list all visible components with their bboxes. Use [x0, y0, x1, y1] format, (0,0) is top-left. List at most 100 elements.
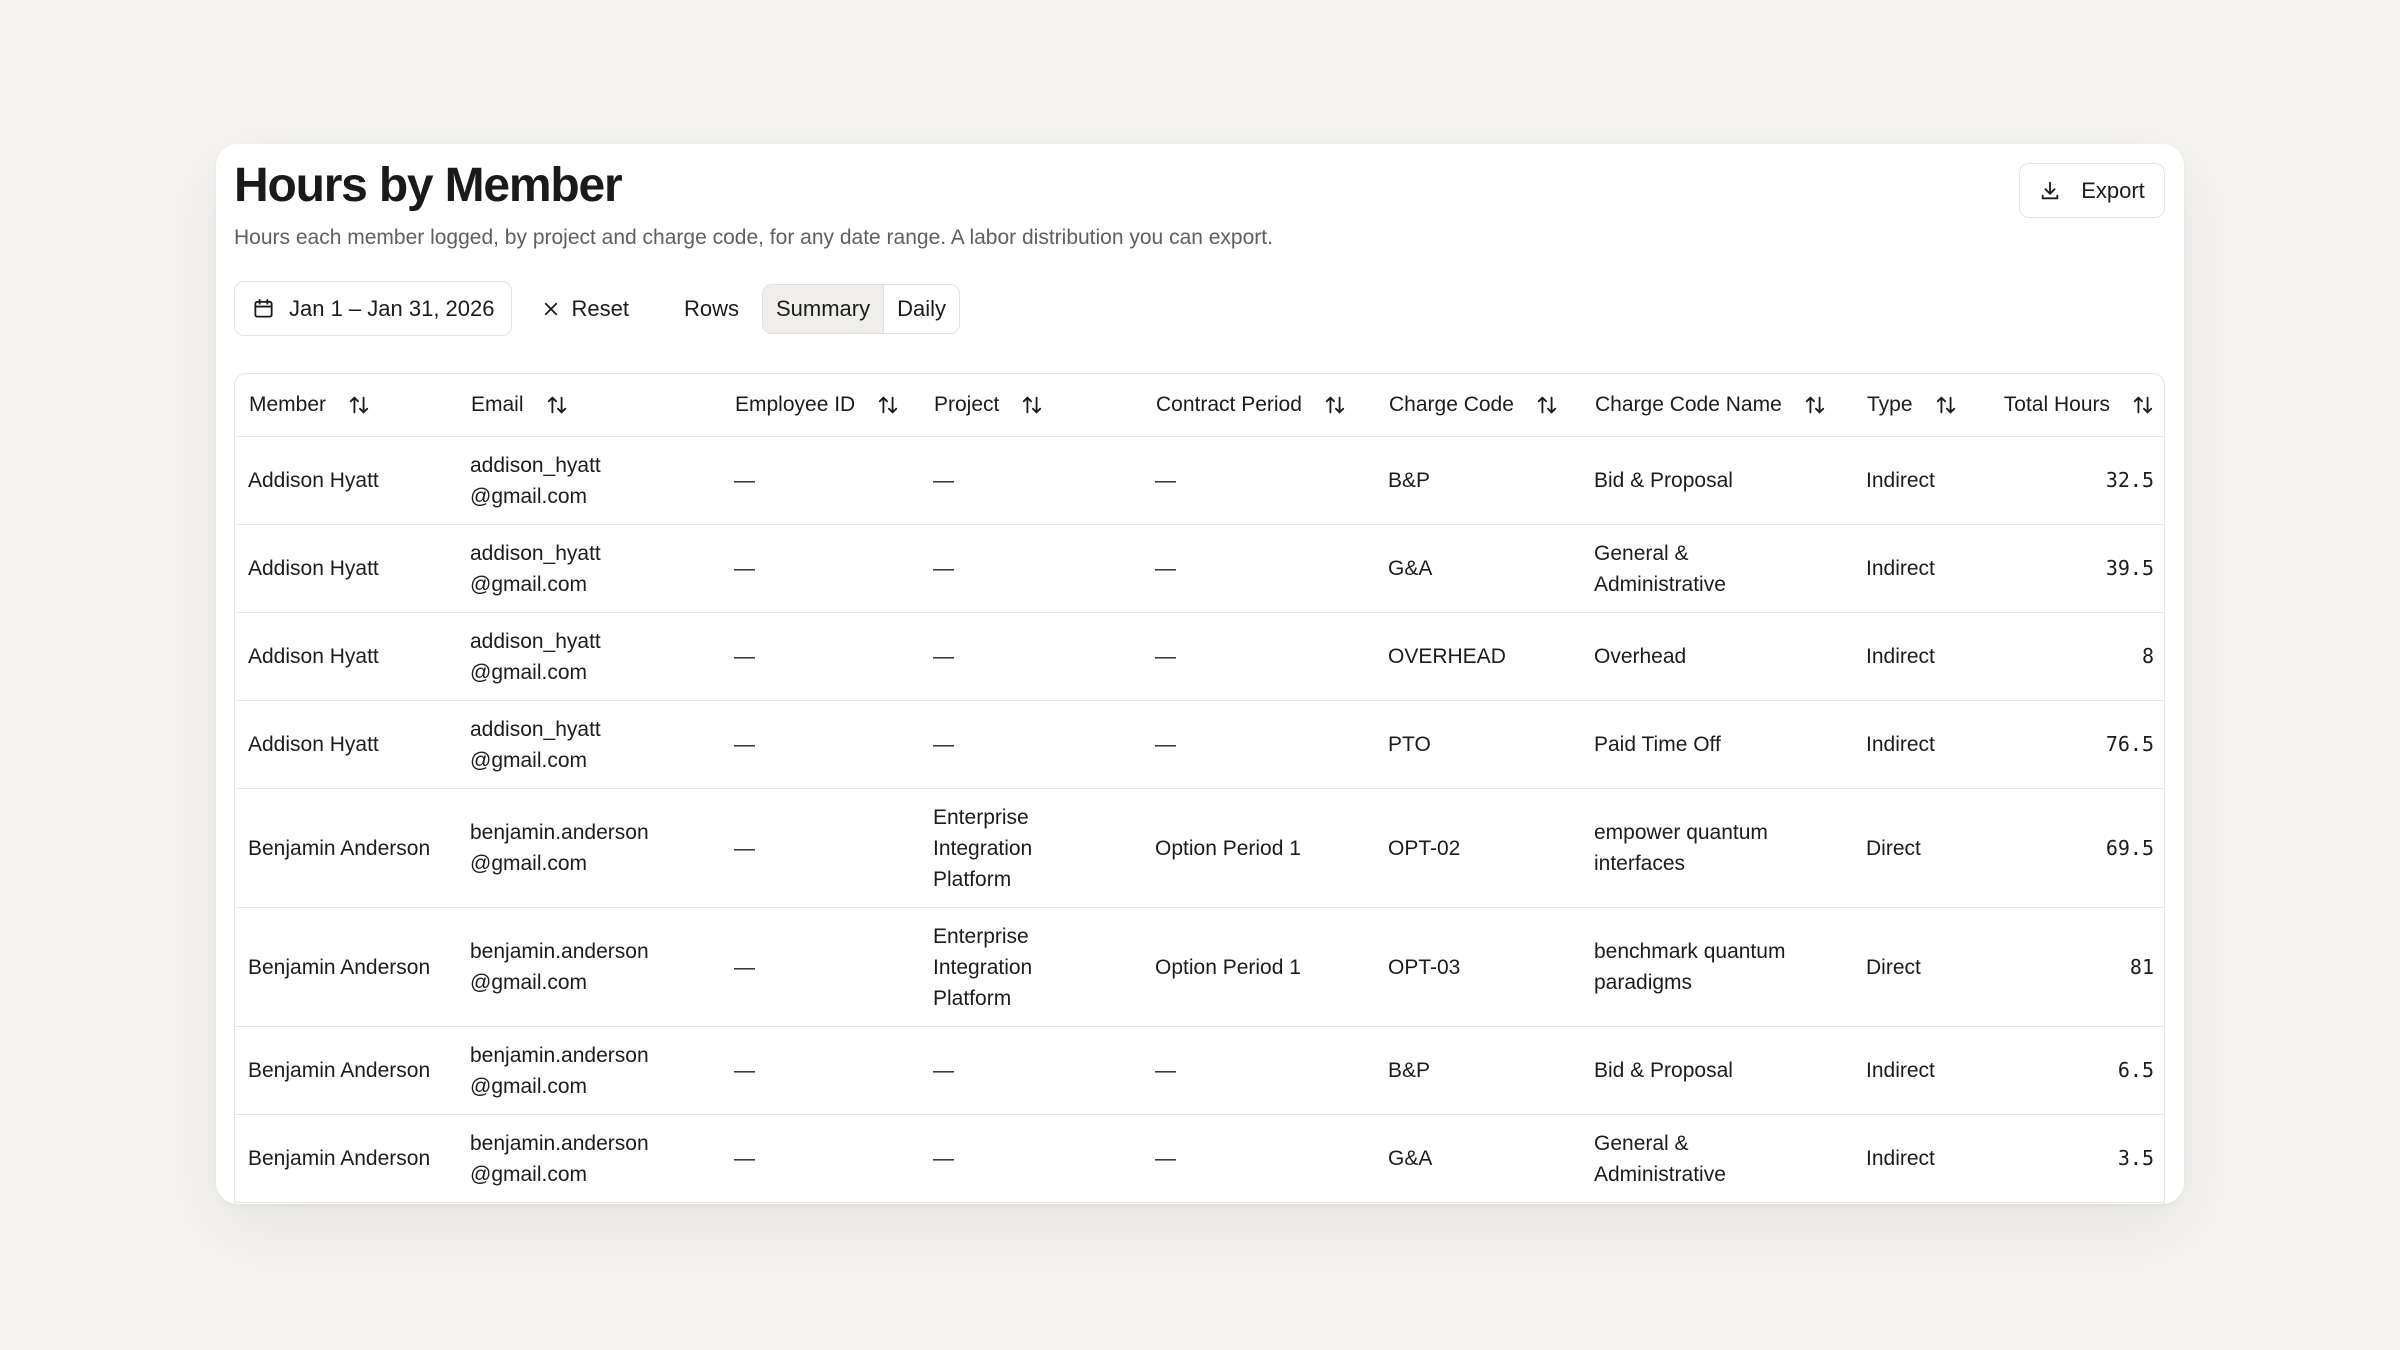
cell-charge-code-name: benchmark quantum paradigms	[1581, 907, 1853, 1027]
charge-code-name-line: General &	[1594, 1131, 1689, 1155]
cell-email: addison_hyatt @gmail.com	[457, 700, 721, 789]
cell-project: —	[920, 1114, 1142, 1203]
project-line: Platform	[933, 986, 1012, 1010]
column-label: Project	[934, 393, 1000, 416]
table-row[interactable]: Benjamin Anderson benjamin.anderson @gmail…	[235, 907, 2164, 1027]
cell-project: —	[920, 524, 1142, 613]
sort-button[interactable]: Charge Code Name	[1595, 393, 1826, 417]
cell-charge-code-name: Overhead	[1581, 612, 1853, 701]
cell-contract-period: —	[1142, 1026, 1375, 1115]
table-row[interactable]: Addison Hyatt addison_hyatt @gmail.com — — — P…	[235, 700, 2164, 789]
cell-charge-code-name: General & Administrative	[1581, 524, 1853, 613]
email-user: benjamin.anderson	[470, 1131, 649, 1155]
export-label: Export	[2081, 177, 2145, 203]
column-label: Contract Period	[1156, 393, 1302, 416]
cell-type: Direct	[1853, 788, 1976, 908]
table-row[interactable]: Benjamin Anderson benjamin.anderson @gmail…	[235, 788, 2164, 908]
table-row[interactable]: Addison Hyatt addison_hyatt @gmail.com — — — B…	[235, 436, 2164, 525]
cell-charge-code: OPT-02	[1375, 788, 1581, 908]
date-range-picker[interactable]: Jan 1 – Jan 31, 2026	[234, 281, 512, 336]
sort-button[interactable]: Type	[1867, 393, 1957, 417]
cell-charge-code: G&A	[1375, 524, 1581, 613]
cell-type: Indirect	[1853, 700, 1976, 789]
cell-employee-id: —	[721, 1026, 920, 1115]
sort-button[interactable]: Total Hours	[2004, 393, 2154, 417]
column-header-type[interactable]: Type	[1853, 374, 1976, 437]
sort-arrows-icon[interactable]	[1935, 394, 1957, 416]
column-label: Member	[249, 393, 327, 416]
sort-arrows-icon[interactable]	[546, 394, 568, 416]
sort-arrows-icon[interactable]	[1021, 394, 1043, 416]
email-user: addison_hyatt	[470, 453, 601, 477]
cell-member: Benjamin Anderson	[235, 1114, 457, 1203]
cell-total-hours: 3.5	[1976, 1114, 2164, 1203]
column-header-email[interactable]: Email	[457, 374, 721, 437]
column-label: Email	[471, 393, 524, 416]
reset-button[interactable]: Reset	[542, 296, 629, 322]
hours-table: Member Email Employee ID Project Contract Pe…	[234, 373, 2165, 1204]
table-row[interactable]: Addison Hyatt addison_hyatt @gmail.com — — — O…	[235, 612, 2164, 701]
email-domain: @gmail.com	[470, 484, 588, 508]
cell-type: Indirect	[1853, 524, 1976, 613]
table-header-row: Member Email Employee ID Project Contract Pe…	[235, 374, 2164, 437]
cell-total-hours: 81	[1976, 907, 2164, 1027]
charge-code-name-line: Bid & Proposal	[1594, 469, 1733, 492]
cell-project: —	[920, 1026, 1142, 1115]
sort-arrows-icon[interactable]	[1324, 394, 1346, 416]
column-header-total-hours[interactable]: Total Hours	[1976, 374, 2164, 437]
project-line: Integration	[933, 955, 1033, 979]
email-user: addison_hyatt	[470, 541, 601, 565]
email-domain: @gmail.com	[470, 748, 588, 772]
table-row[interactable]: Benjamin Anderson benjamin.anderson @gmail…	[235, 1026, 2164, 1115]
table-row[interactable]: Benjamin Anderson benjamin.anderson @gmail…	[235, 1114, 2164, 1203]
cell-member: Addison Hyatt	[235, 524, 457, 613]
charge-code-name-line: paradigms	[1594, 971, 1693, 994]
cell-email: benjamin.anderson @gmail.com	[457, 1026, 721, 1115]
sort-button[interactable]: Charge Code	[1389, 393, 1558, 417]
sort-button[interactable]: Email	[471, 393, 568, 417]
rows-option-summary[interactable]: Summary	[763, 284, 885, 333]
cell-email: addison_hyatt @gmail.com	[457, 436, 721, 525]
rows-option-daily[interactable]: Daily	[884, 284, 960, 333]
cell-member: Addison Hyatt	[235, 612, 457, 701]
cell-employee-id: —	[721, 524, 920, 613]
close-icon	[542, 300, 560, 318]
email-domain: @gmail.com	[470, 1162, 588, 1186]
cell-charge-code-name: Paid Time Off	[1581, 700, 1853, 789]
cell-charge-code: B&P	[1375, 436, 1581, 525]
sort-arrows-icon[interactable]	[1536, 394, 1558, 416]
sort-arrows-icon[interactable]	[348, 394, 370, 416]
sort-button[interactable]: Project	[934, 393, 1043, 417]
column-label: Total Hours	[2003, 393, 2110, 416]
sort-button[interactable]: Member	[249, 393, 370, 417]
column-header-contract-period[interactable]: Contract Period	[1142, 374, 1375, 437]
column-header-charge-code-name[interactable]: Charge Code Name	[1581, 374, 1853, 437]
column-header-employee-id[interactable]: Employee ID	[721, 374, 920, 437]
project-line: —	[933, 645, 954, 668]
column-header-project[interactable]: Project	[920, 374, 1142, 437]
email-domain: @gmail.com	[470, 1074, 588, 1098]
sort-arrows-icon[interactable]	[1804, 394, 1826, 416]
cell-project: —	[920, 436, 1142, 525]
email-user: benjamin.anderson	[470, 821, 649, 844]
cell-total-hours: 8	[1976, 612, 2164, 701]
charge-code-name-line: Overhead	[1594, 645, 1687, 668]
charge-code-name-line: Bid & Proposal	[1594, 1059, 1733, 1082]
project-line: Enterprise	[933, 805, 1029, 829]
column-label: Type	[1867, 393, 1913, 416]
cell-type: Direct	[1853, 907, 1976, 1027]
sort-button[interactable]: Employee ID	[735, 393, 899, 417]
page-subtitle: Hours each member logged, by project and…	[234, 226, 1273, 249]
table-row[interactable]: Addison Hyatt addison_hyatt @gmail.com — — — G…	[235, 524, 2164, 613]
charge-code-name-line: Administrative	[1594, 1162, 1726, 1186]
download-icon	[2039, 180, 2061, 202]
sort-arrows-icon[interactable]	[2132, 394, 2154, 416]
sort-arrows-icon[interactable]	[877, 394, 899, 416]
column-header-charge-code[interactable]: Charge Code	[1375, 374, 1581, 437]
project-line: —	[933, 1147, 954, 1170]
export-button[interactable]: Export	[2019, 163, 2165, 218]
column-header-member[interactable]: Member	[235, 374, 457, 437]
sort-button[interactable]: Contract Period	[1156, 393, 1346, 417]
reset-label: Reset	[571, 295, 629, 321]
project-line: —	[933, 733, 954, 756]
